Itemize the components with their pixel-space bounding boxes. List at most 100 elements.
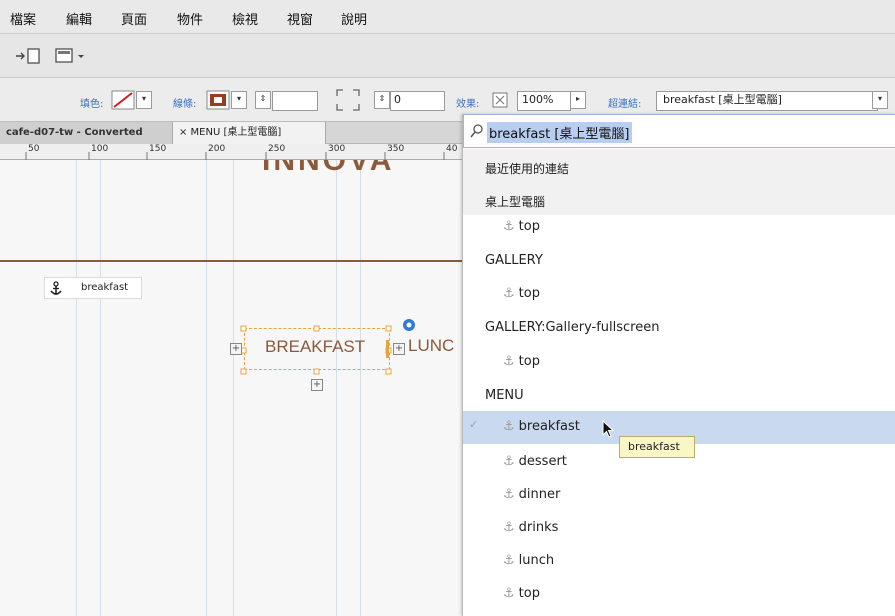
group-header-gallery: GALLERY (463, 244, 895, 278)
checkmark-icon: ✓ (469, 418, 479, 431)
column-guide (76, 160, 77, 616)
group-label: MENU (485, 388, 524, 403)
anchor-marker[interactable]: breakfast (44, 277, 142, 299)
mouse-cursor-icon (602, 420, 615, 438)
group-header-gallery-fullscreen: GALLERY:Gallery-fullscreen (463, 312, 895, 346)
link-item-menu-top[interactable]: ⚓ top (463, 583, 895, 615)
link-item-label: lunch (518, 553, 555, 568)
link-item-label: top (518, 586, 540, 601)
group-header-menu: MENU (463, 380, 895, 414)
link-item-label: breakfast (518, 419, 580, 434)
stroke-dropdown[interactable]: ▾ (231, 91, 247, 109)
hyperlink-label: 超連結: (608, 99, 642, 110)
ruler-label: 200 (208, 144, 226, 154)
ruler-label: 100 (91, 144, 109, 154)
link-tooltip: breakfast (619, 436, 695, 458)
group-header-desktop: 桌上型電腦 (463, 185, 895, 215)
anchor-icon: ⚓ (503, 219, 515, 234)
anchor-icon: ⚓ (503, 553, 515, 568)
menu-view[interactable]: 檢視 (232, 9, 258, 28)
link-item-gallery-fullscreen-top[interactable]: ⚓ top (463, 348, 895, 378)
group-label: GALLERY:Gallery-fullscreen (485, 320, 660, 335)
menu-bar: 檔案 編輯 頁面 物件 檢視 視窗 說明 (0, 0, 895, 34)
anchor-icon: ⚓ (503, 454, 515, 469)
column-guide (100, 160, 101, 616)
corner-shape-icon (336, 89, 360, 111)
column-guide (360, 160, 361, 616)
ruler-label: 250 (268, 144, 286, 154)
column-guide (233, 160, 234, 616)
selection-handles (240, 325, 392, 375)
column-guide (336, 160, 337, 616)
link-search-value: breakfast [桌上型電腦] (487, 122, 632, 143)
main-toolbar (0, 34, 895, 78)
ruler-label: 150 (149, 144, 167, 154)
stroke-swatch-icon[interactable] (206, 90, 230, 110)
link-item-label: drinks (518, 520, 559, 535)
ruler-label: 50 (28, 144, 40, 154)
page-heading-fragment: INNOVA (262, 160, 395, 177)
column-guide (206, 160, 207, 616)
tab-menu[interactable]: × MENU [桌上型電腦] (172, 122, 326, 144)
menu-help[interactable]: 說明 (341, 9, 367, 28)
add-frame-right-icon[interactable]: + (393, 343, 405, 355)
corner-input[interactable]: 0 (390, 91, 445, 111)
recent-links-label: 最近使用的連結 (485, 162, 570, 176)
ruler-label: 300 (328, 144, 346, 154)
menu-edit[interactable]: 編輯 (66, 9, 92, 28)
anchor-label: breakfast (81, 282, 129, 293)
page-size-icon[interactable] (54, 47, 94, 65)
link-search-field[interactable]: breakfast [桌上型電腦] (463, 114, 895, 148)
link-item-desktop-top[interactable]: ⚓ top (463, 215, 895, 241)
link-item-menu-lunch[interactable]: ⚓ lunch (463, 549, 895, 581)
add-page-icon[interactable] (14, 47, 50, 65)
link-item-label: top (518, 354, 540, 369)
fill-dropdown[interactable]: ▾ (136, 91, 152, 109)
anchor-icon: ⚓ (503, 354, 515, 369)
link-item-label: dinner (518, 487, 561, 502)
corner-stepper[interactable]: ⇕ (374, 91, 390, 109)
opacity-input[interactable]: 100% (517, 91, 571, 111)
menu-page[interactable]: 頁面 (121, 9, 147, 28)
anchor-icon: ⚓ (503, 487, 515, 502)
link-item-label: top (518, 219, 540, 234)
hyperlink-dropdown-panel: breakfast [桌上型電腦] 最近使用的連結 桌上型電腦 ⚓ top GAL… (462, 114, 895, 616)
hyperlink-select[interactable]: breakfast [桌上型電腦] (656, 91, 878, 111)
ruler-label: 350 (387, 144, 405, 154)
design-canvas[interactable]: INNOVA breakfast BREAKFAST + + + LUNC (0, 160, 462, 616)
document-tabs: cafe-d07-tw - Converted × MENU [桌上型電腦] (0, 122, 462, 144)
group-label: 桌上型電腦 (485, 195, 546, 209)
search-icon (470, 124, 483, 138)
link-item-label: top (518, 286, 540, 301)
anchor-icon: ⚓ (503, 419, 515, 434)
link-status-icon[interactable] (402, 318, 416, 332)
menu-window[interactable]: 視窗 (287, 9, 313, 28)
fill-label: 填色: (80, 99, 104, 110)
add-frame-below-icon[interactable]: + (311, 379, 323, 391)
recent-links-header: 最近使用的連結 (463, 149, 895, 186)
brown-divider (0, 260, 462, 262)
fill-swatch-none-icon[interactable] (111, 90, 135, 110)
link-item-menu-dinner[interactable]: ⚓ dinner (463, 481, 895, 513)
effects-label: 效果: (456, 99, 480, 110)
effects-icon[interactable] (492, 92, 508, 108)
link-item-gallery-top[interactable]: ⚓ top (463, 280, 895, 310)
ruler-label: 40 (446, 144, 458, 154)
link-item-label: dessert (518, 454, 567, 469)
menu-file[interactable]: 檔案 (10, 9, 36, 28)
stroke-width-input[interactable] (272, 91, 318, 111)
tab-cafe-converted[interactable]: cafe-d07-tw - Converted (0, 122, 182, 144)
anchor-icon: ⚓ (503, 286, 515, 301)
anchor-icon (50, 281, 62, 295)
stroke-label: 線條: (173, 99, 197, 110)
anchor-icon: ⚓ (503, 586, 515, 601)
menu-object[interactable]: 物件 (177, 9, 203, 28)
add-frame-left-icon[interactable]: + (230, 343, 242, 355)
hyperlink-dropdown[interactable]: ▾ (872, 91, 888, 109)
opacity-arrow[interactable]: ▸ (570, 91, 586, 109)
link-item-menu-drinks[interactable]: ⚓ drinks (463, 515, 895, 547)
anchor-icon: ⚓ (503, 520, 515, 535)
stroke-width-stepper[interactable]: ⇕ (255, 91, 271, 109)
text-cursor-bar (386, 340, 389, 358)
horizontal-ruler: 50 100 150 200 250 300 350 40 (0, 144, 462, 160)
